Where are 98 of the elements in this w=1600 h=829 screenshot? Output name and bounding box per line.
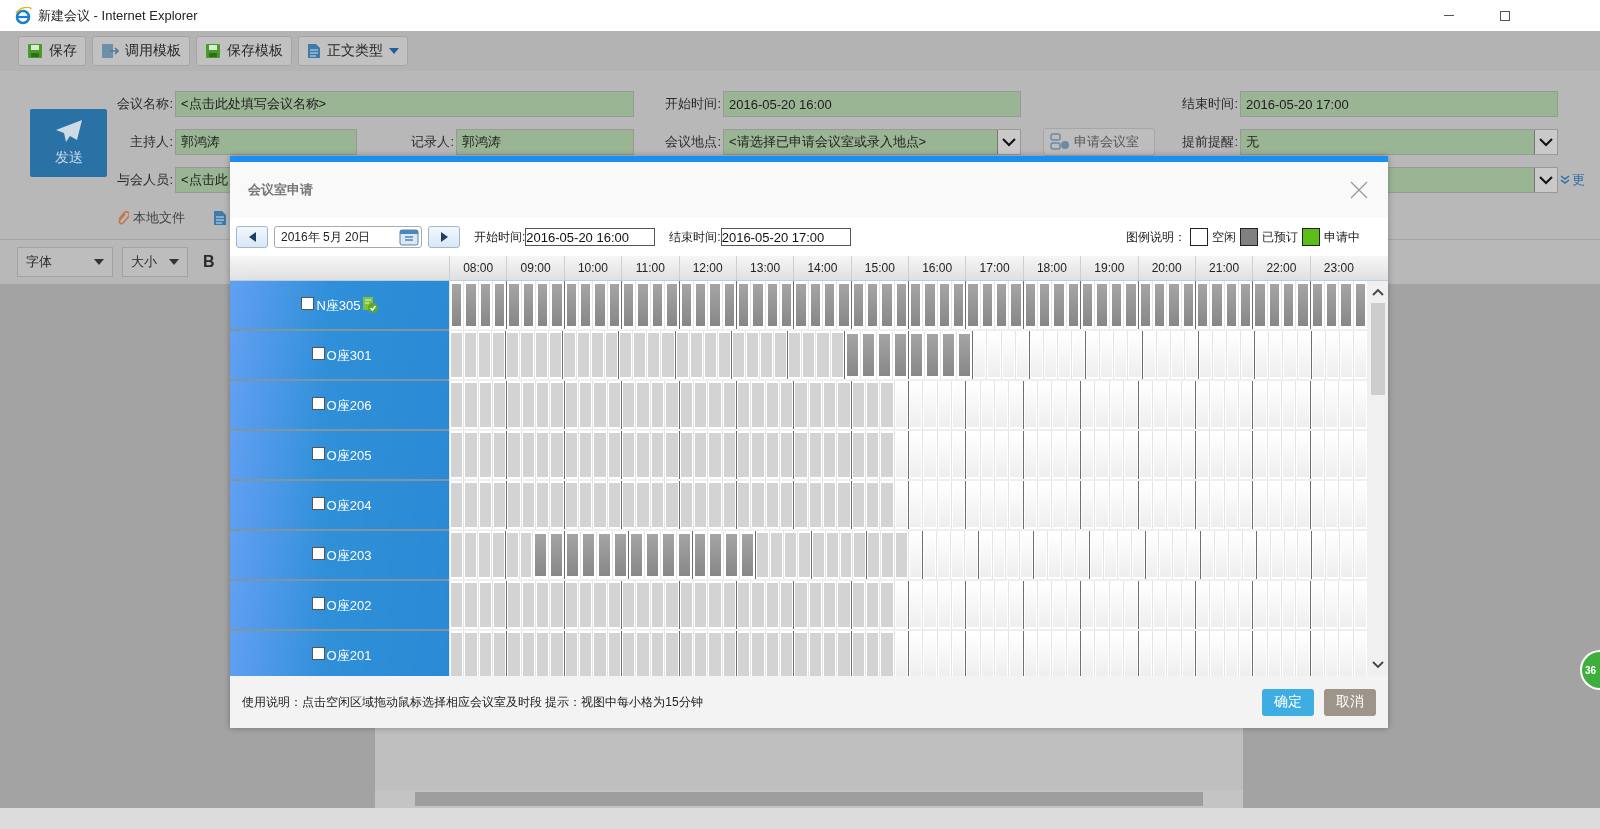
checkbox[interactable] (311, 497, 325, 510)
field-label: 会议地点: (665, 133, 721, 151)
hour-header: 11:00 (621, 256, 679, 280)
caret-icon (169, 259, 179, 265)
font-dropdown[interactable]: 字体 (17, 247, 113, 277)
room-name: N座305 (316, 297, 361, 315)
legend-label: 申请中 (1324, 228, 1360, 246)
right-triangle-icon (440, 232, 448, 242)
hour-header: 08:00 (449, 256, 507, 280)
input-field[interactable]: <点击此处填写会议名称> (175, 91, 634, 117)
end-time-field[interactable]: 2016-05-20 17:00 (720, 228, 851, 246)
legend-label: 空闲 (1212, 228, 1236, 246)
size-dropdown[interactable]: 大小 (122, 247, 188, 277)
apply-room-button[interactable]: 申请会议室 (1043, 128, 1155, 156)
chevron-down-icon (1539, 175, 1553, 185)
hour-header: 10:00 (563, 256, 622, 280)
caret-icon (389, 48, 399, 54)
checkbox[interactable] (311, 447, 325, 460)
checkbox[interactable] (301, 297, 315, 310)
hour-header: 09:00 (506, 256, 564, 280)
room-name: O座202 (326, 597, 372, 615)
toolbar-button[interactable]: 调用模板 (92, 36, 190, 66)
document-icon (213, 210, 227, 226)
hour-header: 13:00 (735, 256, 794, 280)
checkbox[interactable] (311, 647, 325, 660)
left-triangle-icon (248, 232, 256, 242)
hour-header: 15:00 (850, 256, 908, 280)
input-field[interactable]: 2016-05-20 17:00 (1240, 91, 1558, 117)
legend-label: 已预订 (1262, 228, 1298, 246)
dropdown-field[interactable]: <请选择已申请会议室或录入地点> (723, 129, 1021, 155)
start-time-label: 开始时间: (474, 228, 526, 246)
room-name: O座301 (326, 347, 372, 365)
horizontal-scrollbar[interactable] (375, 790, 1243, 808)
hour-header: 21:00 (1194, 256, 1253, 280)
hour-header: 18:00 (1022, 256, 1081, 280)
field-label: 提前提醒: (1182, 133, 1238, 151)
field-label: 开始时间: (665, 95, 721, 113)
hour-header: 17:00 (965, 256, 1023, 280)
hour-header: 22:00 (1252, 256, 1310, 280)
scrollbar-thumb[interactable] (415, 792, 1203, 806)
field-label: 与会人员: (117, 171, 173, 189)
input-field[interactable]: 郭鸿涛 (456, 129, 634, 155)
legend-title: 图例说明： (1126, 228, 1186, 246)
close-button[interactable] (1350, 181, 1368, 199)
calendar-icon (399, 228, 419, 246)
maximize-icon (1500, 10, 1510, 21)
scrollbar-thumb[interactable] (1370, 303, 1385, 395)
date-field[interactable]: 2016年 5月 20日 (274, 226, 422, 248)
checkbox[interactable] (311, 597, 325, 610)
input-field[interactable]: 郭鸿涛 (175, 129, 357, 155)
room-name: O座203 (326, 547, 372, 565)
hour-header: 19:00 (1080, 256, 1138, 280)
hour-header: 12:00 (678, 256, 736, 280)
caret-icon (94, 259, 104, 265)
next-day-button[interactable] (428, 226, 460, 248)
window-title: 新建会议 - Internet Explorer (38, 6, 198, 25)
bold-button[interactable]: B (197, 253, 221, 271)
minimize-icon (1444, 15, 1454, 16)
toolbar-button[interactable]: 保存模板 (196, 36, 292, 66)
room-icon (1050, 133, 1070, 151)
document-arrows-icon (101, 43, 119, 59)
field-label: 结束时间: (1182, 95, 1238, 113)
double-chevron-icon (1560, 175, 1570, 185)
dialog-title: 会议室申请 (248, 181, 313, 199)
paper-plane-icon (54, 119, 83, 143)
room-name: O座206 (326, 397, 372, 415)
document-icon (307, 43, 321, 59)
usage-note: 使用说明：点击空闲区域拖动鼠标选择相应会议室及时段 提示：视图中每小格为15分钟 (242, 693, 703, 711)
vertical-scrollbar[interactable] (1367, 281, 1388, 676)
paperclip-icon (117, 211, 129, 225)
start-time-field[interactable]: 2016-05-20 16:00 (525, 228, 656, 246)
chevron-up-icon (1371, 288, 1384, 296)
browser-logo-icon (14, 6, 32, 25)
field-label: 会议名称: (117, 95, 173, 113)
field-label: 主持人: (130, 133, 173, 151)
local-file-link[interactable]: 本地文件 (117, 209, 185, 227)
hour-header: 23:00 (1309, 256, 1367, 280)
previous-day-button[interactable] (236, 226, 268, 248)
hour-header: 20:00 (1137, 256, 1195, 280)
field-label: 记录人: (411, 133, 454, 151)
chevron-down-icon (1539, 137, 1553, 147)
toolbar-button[interactable]: 保存 (18, 36, 86, 66)
room-name: O座205 (326, 447, 372, 465)
checkbox[interactable] (311, 547, 325, 560)
close-icon (1350, 181, 1368, 199)
end-time-label: 结束时间: (669, 228, 721, 246)
send-button[interactable]: 发送 (30, 109, 107, 177)
dropdown-field[interactable]: 无 (1240, 129, 1558, 155)
hour-header: 14:00 (793, 256, 851, 280)
room-name: O座204 (326, 497, 372, 515)
chevron-down-icon (1002, 137, 1016, 147)
chevron-down-icon (1371, 661, 1384, 669)
room-name: O座201 (326, 647, 372, 665)
checkbox[interactable] (311, 397, 325, 410)
input-field[interactable]: 2016-05-20 16:00 (723, 91, 1021, 117)
hour-header: 16:00 (908, 256, 966, 280)
checkbox[interactable] (311, 347, 325, 360)
toolbar-button[interactable]: 正文类型 (298, 36, 408, 66)
